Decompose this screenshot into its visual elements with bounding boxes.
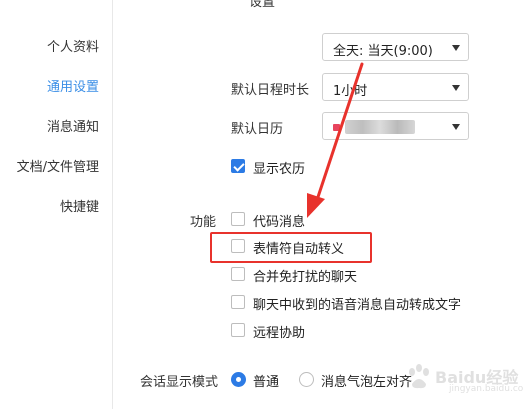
sidebar-item-profile[interactable]: 个人资料 [47,36,99,55]
default-calendar-select[interactable] [322,112,469,140]
all-day-time-select[interactable]: 全天: 当天(9:00) [322,33,469,61]
default-duration-value: 1小时 [333,84,368,99]
chevron-down-icon [452,124,460,130]
chevron-down-icon [452,45,460,51]
voice-to-text-checkbox[interactable] [231,295,245,309]
chevron-down-icon [452,85,460,91]
baidu-watermark: Baidu经验 jingyan.baidu.com [405,360,523,400]
remote-assist-checkbox[interactable] [231,323,245,337]
sidebar-item-notifications[interactable]: 消息通知 [47,116,99,135]
default-duration-label: 默认日程时长 [231,83,310,98]
features-label: 功能 [190,215,217,230]
paw-logo-icon [409,364,429,389]
calendar-name-redacted [345,120,415,134]
merge-muted-chats-checkbox[interactable] [231,267,245,281]
merge-muted-chats-label: 合并免打扰的聊天 [253,270,358,285]
chat-mode-label: 会话显示模式 [140,375,219,390]
show-lunar-checkbox[interactable] [231,159,245,173]
all-day-time-value: 全天: 当天(9:00) [333,44,433,59]
chat-mode-normal-radio[interactable] [231,372,246,387]
calendar-color-swatch [333,124,340,131]
settings-sidebar: 个人资料 通用设置 消息通知 文档/文件管理 快捷键 [0,0,113,409]
remote-assist-label: 远程协助 [253,326,306,341]
window-title: 设置 [248,0,276,10]
sidebar-item-shortcuts[interactable]: 快捷键 [60,196,99,215]
voice-to-text-label: 聊天中收到的语音消息自动转成文字 [253,298,462,313]
chat-mode-bubble-left-radio[interactable] [299,372,314,387]
watermark-subtext: jingyan.baidu.com [449,384,523,394]
code-message-label: 代码消息 [253,215,306,230]
default-duration-select[interactable]: 1小时 [322,73,469,101]
code-message-checkbox[interactable] [231,212,245,226]
sidebar-item-general[interactable]: 通用设置 [47,76,99,95]
show-lunar-label: 显示农历 [253,162,306,177]
chat-mode-bubble-left-label: 消息气泡左对齐 [321,375,413,390]
annotation-highlight-box [210,232,372,263]
sidebar-item-file-management[interactable]: 文档/文件管理 [17,156,99,175]
default-calendar-label: 默认日历 [231,122,284,137]
chat-mode-normal-label: 普通 [253,375,280,390]
